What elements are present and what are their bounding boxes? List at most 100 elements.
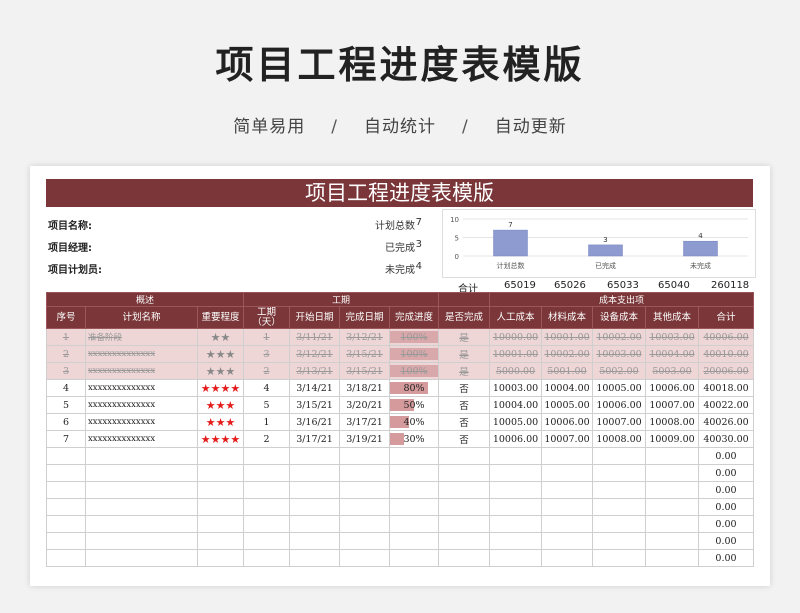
empty-cell [85, 498, 198, 516]
table-row: 0.00 [46, 549, 754, 567]
labor-cost: 5000.00 [489, 362, 542, 380]
end-date: 3/15/21 [339, 345, 390, 363]
empty-cell [592, 549, 646, 567]
empty-cell [289, 464, 340, 482]
x-tick-label: 计划总数 [497, 261, 525, 270]
chart-bar [683, 240, 718, 257]
table-row: 0.00 [46, 532, 754, 550]
empty-cell [389, 447, 439, 465]
empty-cell [645, 515, 699, 533]
empty-cell [541, 464, 593, 482]
empty-cell [592, 447, 646, 465]
spreadsheet-preview: 项目工程进度表模版 项目名称: 项目经理: 项目计划员: 计划总数 7 已完成 … [30, 166, 770, 586]
empty-cell [541, 515, 593, 533]
empty-cell [339, 464, 390, 482]
table-row: 2 xxxxxxxxxxxxxx ★★★ 3 3/12/21 3/15/21 100% 是 10… [46, 345, 754, 363]
empty-cell [389, 532, 439, 550]
column-header: 材料成本 [541, 306, 593, 329]
table-row: 0.00 [46, 481, 754, 499]
importance-stars: ★★★ [197, 396, 244, 414]
empty-cell [289, 515, 340, 533]
start-date: 3/16/21 [289, 413, 340, 431]
empty-cell [85, 532, 198, 550]
total-sum: 260118 [711, 280, 750, 291]
plan-name: xxxxxxxxxxxxxx [85, 413, 198, 431]
progress-label: 100% [400, 331, 428, 343]
empty-cell [243, 515, 290, 533]
progress-cell: 50% [389, 396, 439, 414]
empty-cell [489, 481, 542, 499]
empty-cell [541, 481, 593, 499]
empty-cell [289, 549, 340, 567]
progress-label: 100% [400, 365, 428, 377]
start-date: 3/17/21 [289, 430, 340, 448]
row-number: 1 [46, 328, 86, 346]
bar-value-label: 4 [698, 232, 703, 240]
other-cost: 10009.00 [645, 430, 699, 448]
empty-cell [46, 464, 86, 482]
table-row: 0.00 [46, 515, 754, 533]
empty-cell [438, 515, 490, 533]
empty-cell [197, 515, 244, 533]
empty-cell [592, 464, 646, 482]
start-date: 3/15/21 [289, 396, 340, 414]
stat-planned-value: 7 [415, 217, 422, 228]
column-header: 人工成本 [489, 306, 542, 329]
duration-days: 4 [243, 379, 290, 397]
material-cost: 5001.00 [541, 362, 593, 380]
tag-separator: / [462, 117, 469, 137]
empty-cell [389, 549, 439, 567]
bar-value-label: 7 [508, 221, 512, 229]
row-total: 40022.00 [698, 396, 754, 414]
empty-cell [389, 498, 439, 516]
empty-cell [197, 464, 244, 482]
empty-cell [592, 532, 646, 550]
star-icon: ★★★ [205, 364, 236, 378]
labor-cost: 10004.00 [489, 396, 542, 414]
plan-name: xxxxxxxxxxxxxx [85, 379, 198, 397]
importance-stars: ★★★ [197, 413, 244, 431]
x-tick-label: 已完成 [595, 261, 616, 270]
duration-days: 2 [243, 430, 290, 448]
column-header: 完成进度 [389, 306, 439, 329]
empty-cell [438, 464, 490, 482]
equipment-cost: 10005.00 [592, 379, 646, 397]
empty-cell [243, 549, 290, 567]
empty-cell [489, 515, 542, 533]
row-total: 20006.00 [698, 362, 754, 380]
empty-cell [645, 464, 699, 482]
table-row: 3 xxxxxxxxxxxxxx ★★★ 2 3/13/21 3/15/21 100% 是 50… [46, 362, 754, 380]
column-header: 完成日期 [339, 306, 390, 329]
empty-cell [645, 481, 699, 499]
column-header: 其他成本 [645, 306, 699, 329]
page-title: 项目工程进度表模版 [215, 43, 585, 87]
table-row: 0.00 [46, 464, 754, 482]
column-header: 重要程度 [197, 306, 244, 329]
empty-cell [243, 498, 290, 516]
row-total: 0.00 [698, 447, 754, 465]
row-total: 0.00 [698, 498, 754, 516]
empty-cell [438, 532, 490, 550]
row-total: 40030.00 [698, 430, 754, 448]
empty-cell [645, 498, 699, 516]
material-cost: 10004.00 [541, 379, 593, 397]
end-date: 3/20/21 [339, 396, 390, 414]
is-complete: 否 [438, 396, 490, 414]
labor-cost: 10001.00 [489, 345, 542, 363]
table-row: 4 xxxxxxxxxxxxxx ★★★★ 4 3/14/21 3/18/21 80% 否 10… [46, 379, 754, 397]
project-name-label: 项目名称: [48, 221, 92, 232]
empty-cell [289, 498, 340, 516]
star-icon: ★★★★ [200, 381, 241, 395]
row-number: 7 [46, 430, 86, 448]
progress-label: 80% [403, 382, 425, 394]
end-date: 3/17/21 [339, 413, 390, 431]
progress-cell: 100% [389, 328, 439, 346]
duration-days: 1 [243, 328, 290, 346]
empty-cell [541, 447, 593, 465]
empty-cell [489, 532, 542, 550]
progress-cell: 100% [389, 345, 439, 363]
progress-label: 30% [403, 433, 425, 445]
column-header: 工期 （天） [243, 306, 290, 329]
duration-days: 2 [243, 362, 290, 380]
empty-cell [541, 532, 593, 550]
